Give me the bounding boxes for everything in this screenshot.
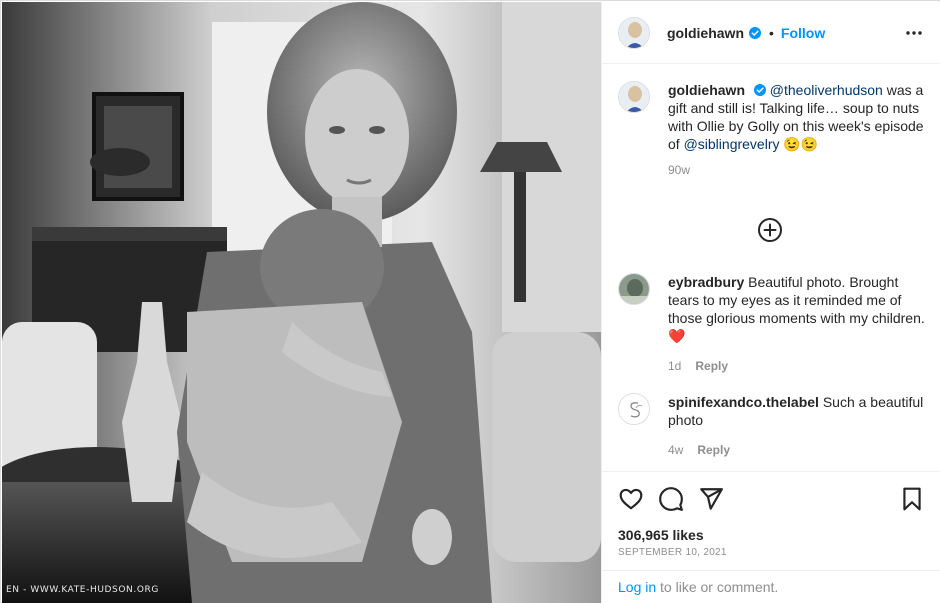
comment-meta: 1d Reply [668,357,926,375]
caption-body: goldiehawn @theoliverhudson was a gift a… [668,81,926,179]
load-more-comments-icon[interactable] [757,217,783,243]
login-prompt: Log in to like or comment. [602,570,940,603]
photo-illustration [2,2,601,603]
share-paper-plane-icon[interactable] [698,486,724,512]
comment-time[interactable]: 4w [668,441,683,459]
caption: goldiehawn @theoliverhudson was a gift a… [618,81,928,179]
comment-avatar[interactable] [618,393,650,425]
comment-meta: 4w Reply [668,441,926,459]
comment-bubble-icon[interactable] [658,486,684,512]
login-link[interactable]: Log in [618,579,656,595]
comment-avatar[interactable] [618,273,650,305]
comment-body: eybradbury Beautiful photo. Brought tear… [668,273,926,375]
post-panel: goldiehawn • Follow goldiehawn @theolive… [601,2,940,603]
header-username[interactable]: goldiehawn [667,25,744,41]
caption-meta: 90w [668,161,926,179]
post-date[interactable]: SEPTEMBER 10, 2021 [618,547,727,558]
photo-watermark: EN - WWW.KATE-HUDSON.ORG [6,585,159,595]
caption-avatar[interactable] [618,81,650,113]
reply-button[interactable]: Reply [697,441,730,459]
comment-avatar-image [619,274,649,304]
post-photo[interactable]: EN - WWW.KATE-HUDSON.ORG [2,2,601,603]
comment-item: spinifexandco.thelabel Such a beautiful … [618,393,928,459]
like-heart-icon[interactable] [618,486,644,512]
caption-time[interactable]: 90w [668,161,690,179]
post-header: goldiehawn • Follow [602,2,940,64]
verified-badge-icon [749,26,761,39]
post-actions: 306,965 likes SEPTEMBER 10, 2021 Log in … [602,471,940,602]
comment-item: eybradbury Beautiful photo. Brought tear… [618,273,928,375]
avatar-image [619,17,649,48]
comment-body: spinifexandco.thelabel Such a beautiful … [668,393,926,459]
comment-username[interactable]: spinifexandco.thelabel [668,394,819,410]
caption-emoji: 😉😉 [779,136,819,152]
more-options-icon[interactable] [905,24,923,42]
login-prompt-text: to like or comment. [656,579,779,595]
comments-section[interactable]: goldiehawn @theoliverhudson was a gift a… [602,65,940,470]
comment-time[interactable]: 1d [668,357,681,375]
caption-verified-badge-icon [753,84,766,96]
reply-button[interactable]: Reply [695,357,728,375]
header-separator: • [769,24,774,41]
spinifex-logo-icon [619,394,649,424]
caption-avatar-image [619,82,649,112]
follow-button[interactable]: Follow [781,25,825,41]
caption-mention-2[interactable]: @siblingrevelry [684,136,780,152]
caption-username[interactable]: goldiehawn [668,82,745,98]
like-count[interactable]: 306,965 likes [618,527,704,543]
post-frame: EN - WWW.KATE-HUDSON.ORG goldiehawn • Fo… [0,0,940,603]
comment-username[interactable]: eybradbury [668,274,744,290]
caption-mention[interactable]: @theoliverhudson [770,82,883,98]
avatar[interactable] [618,16,650,49]
save-bookmark-icon[interactable] [899,486,925,512]
